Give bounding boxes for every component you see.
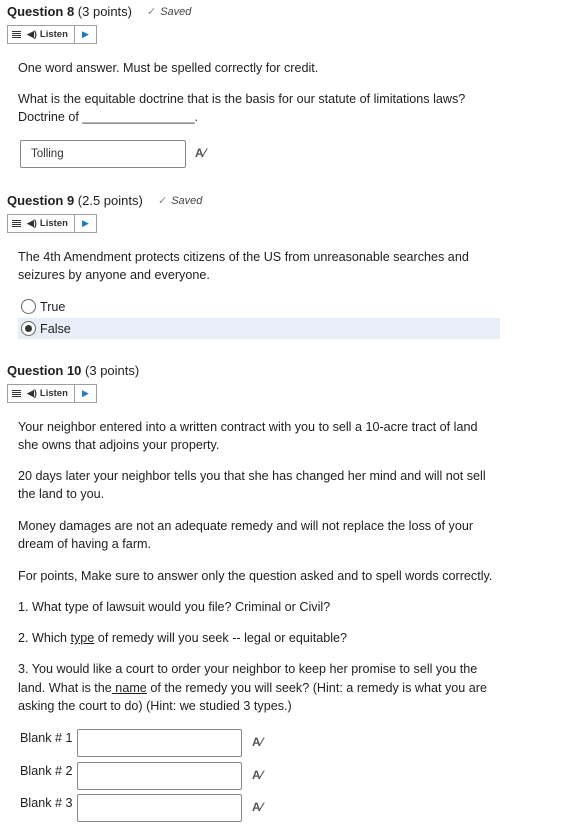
menu-icon: [12, 30, 21, 39]
item-2-pre: 2. Which: [18, 631, 71, 645]
blank-2-input[interactable]: [77, 762, 242, 790]
question-10-item-3-line-3: asking the court to do) (Hint: we studie…: [18, 699, 292, 713]
question-10-item-3-line-1: 3. You would like a court to order your …: [18, 662, 478, 676]
listen-button[interactable]: ◀) Listen: [8, 26, 74, 43]
check-icon: ✓: [147, 6, 157, 18]
question-8-points: (3 points): [74, 4, 132, 19]
speaker-icon: ◀): [27, 29, 37, 39]
speaker-icon: ◀): [27, 388, 37, 398]
spellcheck-icon[interactable]: A⁄: [252, 768, 263, 782]
item-3-pre: land. What is the: [18, 681, 112, 695]
listen-label: Listen: [39, 218, 68, 229]
question-8-saved-status: ✓ Saved: [147, 5, 192, 19]
question-10-paragraph-3-line-2: dream of having a farm.: [18, 537, 151, 551]
question-10-item-1: 1. What type of lawsuit would you file? …: [18, 600, 331, 614]
question-9-prompt-line-2: seizures by anyone and everyone.: [18, 268, 210, 282]
question-10-paragraph-1-line-2: she owns that adjoins your property.: [18, 438, 220, 452]
question-10-paragraph-3-line-1: Money damages are not an adequate remedy…: [18, 519, 474, 533]
listen-button[interactable]: ◀) Listen: [8, 215, 74, 232]
radio-false-selected[interactable]: [21, 321, 36, 336]
question-8-instructions: One word answer. Must be spelled correct…: [18, 61, 319, 75]
spellcheck-icon[interactable]: A⁄: [252, 735, 263, 749]
spellcheck-icon[interactable]: A⁄: [195, 146, 206, 160]
check-icon: ✓: [158, 195, 168, 207]
question-9-saved-status: ✓ Saved: [158, 194, 203, 208]
question-10-title: Question 10 (3 points): [7, 363, 139, 378]
menu-icon: [12, 389, 21, 398]
question-8-label: Question 8: [7, 4, 75, 19]
listen-label: Listen: [39, 29, 68, 40]
question-10-item-2: 2. Which type of remedy will you seek --…: [18, 629, 347, 648]
item-3-underlined: name: [111, 681, 147, 695]
question-9-points: (2.5 points): [74, 193, 143, 208]
question-9-listen-widget[interactable]: ◀) Listen ▶: [7, 214, 97, 233]
question-10-points: (3 points): [81, 363, 140, 378]
question-9-prompt-line-1: The 4th Amendment protects citizens of t…: [18, 250, 469, 264]
play-icon[interactable]: ▶: [73, 26, 96, 43]
question-9-label: Question 9: [7, 193, 75, 208]
question-8-listen-widget[interactable]: ◀) Listen ▶: [7, 25, 97, 44]
saved-label: Saved: [171, 194, 203, 207]
play-icon[interactable]: ▶: [73, 385, 96, 402]
play-icon[interactable]: ▶: [73, 215, 96, 232]
question-10-paragraph-2-line-2: the land to you.: [18, 487, 105, 501]
spellcheck-icon[interactable]: A⁄: [252, 800, 263, 814]
question-10-item-3-line-2: land. What is the name of the remedy you…: [18, 679, 487, 698]
listen-label: Listen: [39, 388, 68, 399]
question-8-prompt-line-2: Doctrine of ________________.: [18, 110, 198, 124]
blank-1-input[interactable]: [77, 729, 242, 757]
menu-icon: [12, 219, 21, 228]
item-2-underlined: type: [70, 631, 95, 645]
question-10-instructions: For points, Make sure to answer only the…: [18, 569, 493, 583]
blank-2-label: Blank # 2: [20, 764, 73, 778]
question-9-title: Question 9 (2.5 points): [7, 193, 143, 208]
option-true[interactable]: True: [18, 296, 500, 317]
listen-button[interactable]: ◀) Listen: [8, 385, 74, 402]
blank-3-input[interactable]: [77, 794, 242, 822]
question-10-paragraph-2-line-1: 20 days later your neighbor tells you th…: [18, 469, 486, 483]
question-10-listen-widget[interactable]: ◀) Listen ▶: [7, 384, 97, 403]
radio-true[interactable]: [21, 299, 36, 314]
question-8-prompt-line-1: What is the equitable doctrine that is t…: [18, 92, 466, 106]
item-3-post: of the remedy you will seek? (Hint: a re…: [146, 681, 488, 695]
item-2-post: of remedy will you seek -- legal or equi…: [94, 631, 348, 645]
question-10-paragraph-1-line-1: Your neighbor entered into a written con…: [18, 420, 478, 434]
question-8-answer-input[interactable]: Tolling: [20, 140, 186, 168]
option-false[interactable]: False: [18, 318, 500, 339]
option-true-label: True: [40, 299, 66, 314]
speaker-icon: ◀): [27, 218, 37, 228]
blank-3-label: Blank # 3: [20, 796, 73, 810]
blank-1-label: Blank # 1: [20, 731, 73, 745]
question-8-title: Question 8 (3 points): [7, 4, 132, 19]
option-false-label: False: [40, 321, 71, 336]
saved-label: Saved: [160, 5, 192, 18]
question-10-label: Question 10: [7, 363, 82, 378]
